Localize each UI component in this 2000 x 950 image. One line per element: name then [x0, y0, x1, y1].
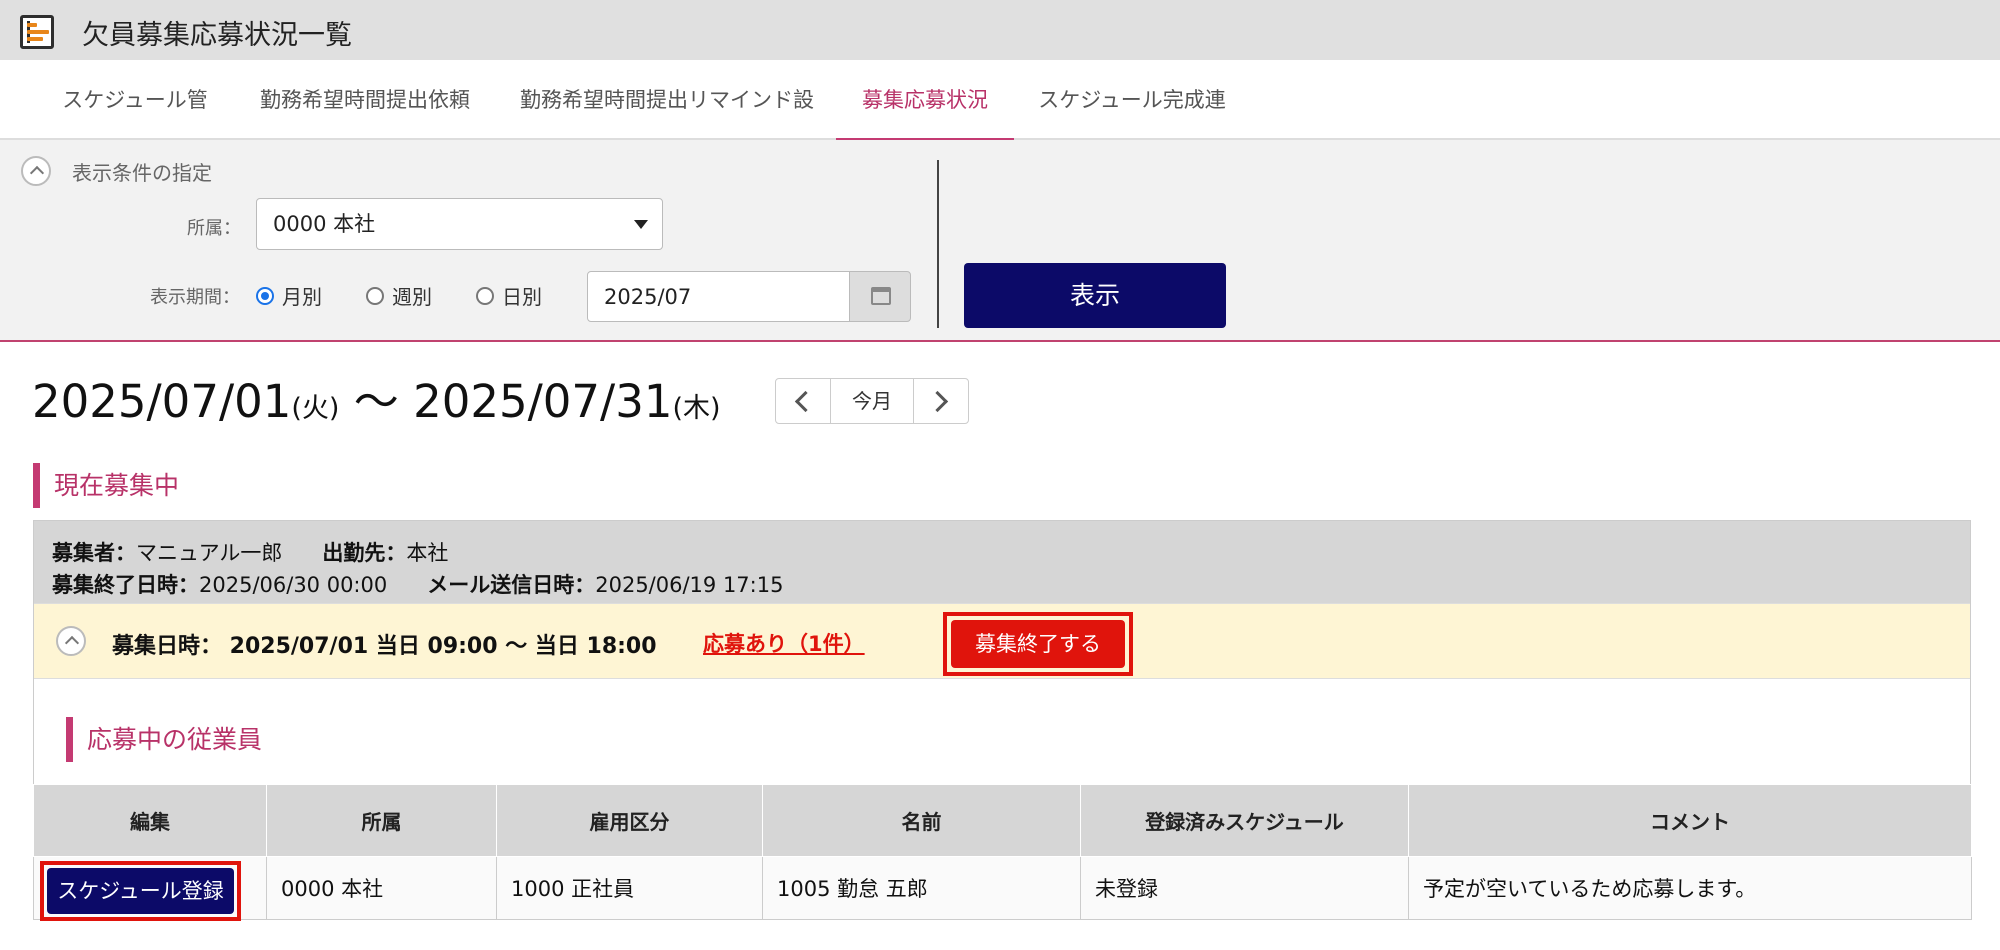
- tab-schedule-management[interactable]: スケジュール管理: [60, 60, 210, 192]
- recruiter-value: マニュアル一郎: [136, 541, 283, 565]
- radio-monthly[interactable]: 月別: [256, 281, 322, 310]
- response-link[interactable]: 応募あり（1件）: [703, 628, 865, 658]
- period-start-dow: (火): [291, 393, 340, 424]
- affiliation-select[interactable]: 0000 本社: [256, 198, 663, 250]
- period-end: 2025/07/31: [413, 375, 673, 428]
- affiliation-select-value: 0000 本社: [273, 212, 376, 236]
- end-datetime-value: 2025/06/30 00:00: [199, 573, 388, 597]
- end-datetime-label: 募集終了日時：: [52, 573, 199, 597]
- workplace-label: 出勤先：: [322, 541, 407, 565]
- radio-weekly[interactable]: 週別: [366, 281, 432, 310]
- column-header-edit: 編集: [33, 784, 267, 857]
- period-separator: 〜: [353, 375, 399, 428]
- caret-down-icon: [634, 220, 648, 229]
- month-input[interactable]: 2025/07: [587, 271, 851, 322]
- mail-datetime-label: メール送信日時：: [427, 573, 596, 597]
- filter-title: 表示条件の指定: [72, 161, 212, 185]
- calendar-icon: [871, 287, 891, 305]
- cell-registered-schedule: 未登録: [1080, 856, 1409, 920]
- chevron-right-icon[interactable]: [914, 379, 968, 423]
- radio-daily[interactable]: 日別: [476, 281, 542, 310]
- column-header-employment: 雇用区分: [496, 784, 763, 857]
- this-month-button[interactable]: 今月: [830, 379, 914, 423]
- cell-comment: 予定が空いているため応募します。: [1408, 856, 1972, 920]
- collapse-filter-icon[interactable]: [21, 156, 51, 186]
- column-header-name: 名前: [762, 784, 1081, 857]
- schedule-register-button[interactable]: スケジュール登録: [47, 868, 234, 914]
- period-end-dow: (木): [672, 393, 721, 424]
- recruiter-line: 募集者：マニュアル一郎 出勤先：本社: [52, 537, 448, 567]
- radio-checked-icon: [256, 286, 274, 305]
- workplace-value: 本社: [406, 541, 449, 565]
- tab-remind-settings[interactable]: 勤務希望時間提出リマインド設定: [520, 60, 814, 192]
- recruit-detail-row: 募集日時： 2025/07/01 当日 09:00 〜 当日 18:00 応募あ…: [34, 603, 1970, 679]
- column-header-affiliation: 所属: [266, 784, 497, 857]
- cell-affiliation: 0000 本社: [266, 856, 497, 920]
- edit-cell: スケジュール登録: [33, 856, 267, 921]
- chevron-left-icon[interactable]: [776, 379, 830, 423]
- show-button[interactable]: 表示: [964, 263, 1226, 328]
- page-title: 欠員募集応募状況一覧: [82, 20, 352, 51]
- tab-work-hour-request[interactable]: 勤務希望時間提出依頼: [256, 60, 474, 140]
- title-bar: 欠員募集応募状況一覧: [0, 0, 2000, 60]
- collapse-recruit-icon[interactable]: [56, 626, 86, 656]
- column-header-registered-schedule: 登録済みスケジュール: [1080, 784, 1409, 857]
- period-label: 表示期間：: [150, 287, 240, 308]
- filter-divider: [937, 160, 939, 328]
- tab-recruitment-status[interactable]: 募集応募状況: [836, 60, 1014, 142]
- radio-daily-label: 日別: [502, 285, 542, 309]
- column-header-comment: コメント: [1408, 784, 1972, 857]
- recruit-datetime: 募集日時： 2025/07/01 当日 09:00 〜 当日 18:00: [112, 634, 657, 659]
- tab-schedule-complete[interactable]: スケジュール完成連絡: [1036, 60, 1228, 192]
- section-title-applicants: 応募中の従業員: [66, 717, 262, 762]
- end-button-highlight: 募集終了する: [943, 612, 1133, 676]
- calendar-button[interactable]: [849, 271, 911, 322]
- table-row: スケジュール登録 0000 本社 1000 正社員 1005 勤怠 五郎 未登録…: [33, 856, 1972, 921]
- end-recruitment-button[interactable]: 募集終了する: [951, 620, 1125, 668]
- affiliation-label: 所属：: [187, 218, 241, 239]
- period-navigation: 今月: [775, 378, 969, 424]
- cell-employment: 1000 正社員: [496, 856, 763, 920]
- radio-monthly-label: 月別: [282, 285, 322, 309]
- section-title-recruiting: 現在募集中: [33, 463, 179, 508]
- radio-weekly-label: 週別: [392, 285, 432, 309]
- period-start: 2025/07/01: [32, 375, 292, 428]
- table-header-row: 編集 所属 雇用区分 名前 登録済みスケジュール コメント: [33, 784, 1972, 857]
- app-schedule-icon: [20, 15, 54, 49]
- radio-unchecked-icon: [476, 286, 494, 305]
- deadline-line: 募集終了日時：2025/06/30 00:00 メール送信日時：2025/06/1…: [52, 569, 783, 599]
- register-button-highlight: スケジュール登録: [40, 861, 241, 921]
- radio-unchecked-icon: [366, 286, 384, 305]
- applicants-table: 編集 所属 雇用区分 名前 登録済みスケジュール コメント スケジュール登録 0…: [33, 784, 1972, 921]
- period-range: 2025/07/01(火) 〜 2025/07/31(木): [32, 365, 721, 430]
- mail-datetime-value: 2025/06/19 17:15: [595, 573, 784, 597]
- recruiter-label: 募集者：: [52, 541, 136, 565]
- cell-name: 1005 勤怠 五郎: [762, 856, 1081, 920]
- recruitment-card-header: 募集者：マニュアル一郎 出勤先：本社 募集終了日時：2025/06/30 00:0…: [34, 521, 1970, 603]
- tab-bar: スケジュール管理 勤務希望時間提出依頼 勤務希望時間提出リマインド設定 募集応募…: [0, 60, 2000, 192]
